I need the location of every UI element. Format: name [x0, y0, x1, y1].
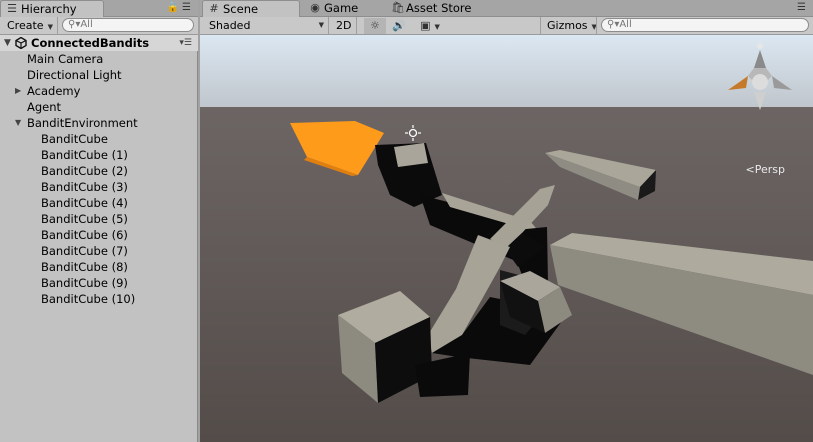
persp-icon: < — [745, 163, 755, 176]
search-icon: ⚲▾ — [68, 19, 81, 30]
scene-panel: # Scene ◉ Game 🛍 Asset Store ☰ Shaded ▼ … — [200, 0, 813, 442]
hierarchy-item[interactable]: BanditCube (9) — [0, 275, 198, 291]
hierarchy-item-label: BanditCube (1) — [41, 148, 128, 162]
hierarchy-item[interactable]: BanditCube (10) — [0, 291, 198, 307]
hierarchy-item-label: Academy — [27, 84, 81, 98]
hierarchy-item[interactable]: ▼ BanditEnvironment — [0, 115, 198, 131]
lighting-toggle-icon[interactable]: ☼ — [364, 18, 386, 34]
hierarchy-item[interactable]: BanditCube (6) — [0, 227, 198, 243]
hierarchy-panel: ☰ Hierarchy 🔒☰ Create ▼ ⚲▾All ▼ Connected… — [0, 0, 198, 442]
tab-menu-icon[interactable]: ☰ — [182, 2, 194, 13]
game-controller-icon: ◉ — [310, 1, 320, 14]
hierarchy-list-icon: ☰ — [7, 2, 17, 15]
hierarchy-item-label: BanditCube (5) — [41, 212, 128, 226]
expanded-arrow-icon[interactable]: ▼ — [15, 115, 21, 131]
create-button[interactable]: Create ▼ — [2, 18, 58, 34]
bandit-cube-top — [394, 143, 428, 167]
hierarchy-item-label: BanditCube (10) — [41, 292, 136, 306]
tab-hierarchy[interactable]: ☰ Hierarchy — [0, 0, 104, 18]
shading-mode-dropdown[interactable]: Shaded ▼ — [204, 18, 326, 34]
scene-name: ConnectedBandits — [31, 36, 150, 50]
hierarchy-item-label: Directional Light — [27, 68, 122, 82]
hierarchy-item[interactable]: Main Camera — [0, 51, 198, 67]
hierarchy-toolbar: Create ▼ ⚲▾All — [0, 17, 198, 35]
audio-toggle-icon[interactable]: 🔊 — [388, 18, 410, 34]
scene-root-row[interactable]: ▼ ConnectedBandits ▾☰ — [0, 35, 198, 51]
chevron-down-icon: ▼ — [318, 21, 324, 29]
hierarchy-item[interactable]: BanditCube (4) — [0, 195, 198, 211]
scene-tabbar: # Scene ◉ Game 🛍 Asset Store ☰ — [200, 0, 813, 18]
hierarchy-item-label: BanditCube (9) — [41, 276, 128, 290]
hierarchy-item[interactable]: BanditCube (7) — [0, 243, 198, 259]
unity-logo-icon — [15, 37, 27, 49]
toolbar-divider — [596, 17, 597, 35]
toolbar-divider — [328, 17, 329, 35]
hierarchy-item-label: BanditCube (2) — [41, 164, 128, 178]
tab-scene[interactable]: # Scene — [202, 0, 300, 18]
hierarchy-item[interactable]: BanditCube (8) — [0, 259, 198, 275]
scene-render[interactable] — [200, 35, 813, 442]
hierarchy-item-label: BanditCube (4) — [41, 196, 128, 210]
hierarchy-item[interactable]: BanditCube — [0, 131, 198, 147]
hierarchy-item[interactable]: Directional Light — [0, 67, 198, 83]
tab-game[interactable]: ◉ Game — [304, 0, 384, 17]
shopping-bag-icon: 🛍 — [391, 1, 405, 14]
toolbar-divider — [57, 17, 58, 35]
hierarchy-item-label: BanditCube (8) — [41, 260, 128, 274]
collapsed-arrow-icon[interactable]: ▶ — [15, 83, 21, 99]
hierarchy-item[interactable]: ▶ Academy — [0, 83, 198, 99]
hierarchy-item[interactable]: BanditCube (5) — [0, 211, 198, 227]
lock-icon[interactable]: 🔒 — [167, 2, 182, 13]
effects-dropdown-icon[interactable]: ▣ ▼ — [416, 18, 444, 34]
hierarchy-item-label: Main Camera — [27, 52, 104, 66]
hierarchy-item[interactable]: Agent — [0, 99, 198, 115]
tab-asset-store[interactable]: 🛍 Asset Store — [386, 0, 504, 17]
hierarchy-item-label: BanditCube — [41, 132, 108, 146]
scene-viewport[interactable]: <Persp — [200, 35, 813, 442]
projection-label[interactable]: <Persp — [746, 163, 785, 176]
hierarchy-item-label: BanditCube (7) — [41, 244, 128, 258]
scene-search-input[interactable]: ⚲▾All — [601, 18, 809, 32]
hierarchy-item-label: BanditEnvironment — [27, 116, 138, 130]
hierarchy-item-label: Agent — [27, 100, 62, 114]
toggle-2d-button[interactable]: 2D — [331, 18, 356, 34]
expanded-arrow-icon[interactable]: ▼ — [4, 35, 11, 51]
scene-menu-icon[interactable]: ▾☰ — [179, 35, 192, 51]
hierarchy-item-label: BanditCube (6) — [41, 228, 128, 242]
toolbar-divider — [356, 17, 357, 35]
search-icon: ⚲▾ — [607, 19, 620, 30]
gizmos-dropdown[interactable]: Gizmos ▼ — [542, 18, 602, 34]
chevron-down-icon: ▼ — [47, 23, 53, 31]
scene-tab-menu-icon[interactable]: ☰ — [797, 2, 809, 13]
toolbar-divider — [540, 17, 541, 35]
hierarchy-tabbar: ☰ Hierarchy 🔒☰ — [0, 0, 198, 18]
scene-toolbar: Shaded ▼ 2D ☼ 🔊 ▣ ▼ Gizmos ▼ ⚲▾All — [200, 17, 813, 35]
skybox — [200, 35, 813, 107]
hierarchy-item[interactable]: BanditCube (1) — [0, 147, 198, 163]
hierarchy-tab-controls: 🔒☰ — [167, 2, 194, 13]
hierarchy-search-input[interactable]: ⚲▾All — [62, 18, 194, 32]
hierarchy-item[interactable]: BanditCube (2) — [0, 163, 198, 179]
grid-icon: # — [209, 2, 219, 15]
hierarchy-item[interactable]: BanditCube (3) — [0, 179, 198, 195]
hierarchy-item-label: BanditCube (3) — [41, 180, 128, 194]
